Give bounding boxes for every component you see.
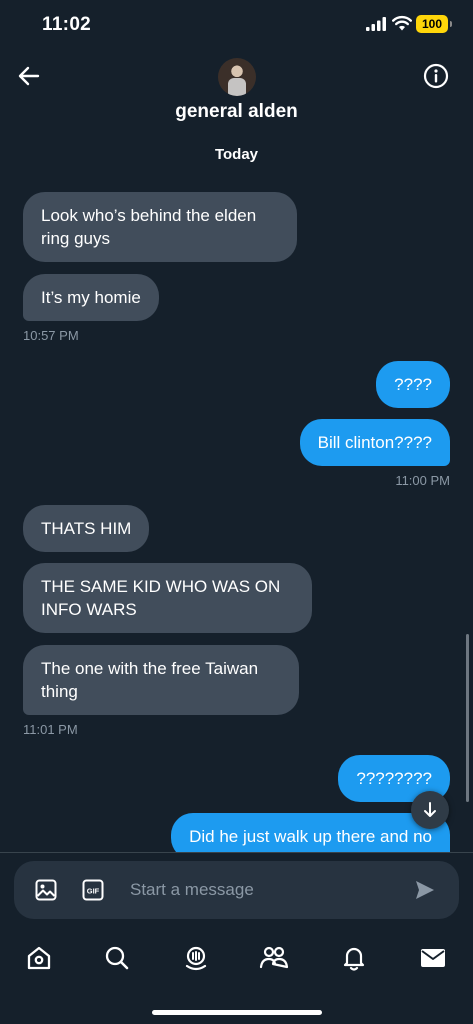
tab-notifications[interactable] <box>339 943 369 973</box>
tab-spaces[interactable] <box>181 943 211 973</box>
message-bubble-incoming[interactable]: It’s my homie <box>23 274 159 321</box>
message-bubble-incoming[interactable]: THE SAME KID WHO WAS ON INFO WARS <box>23 563 312 633</box>
scrollbar[interactable] <box>466 634 469 802</box>
search-icon <box>105 946 129 970</box>
scroll-to-bottom-button[interactable] <box>411 791 449 829</box>
divider <box>0 852 473 853</box>
info-icon <box>423 63 449 89</box>
day-separator: Today <box>214 146 259 163</box>
message-composer: GIF <box>14 861 459 919</box>
message-timestamp: 11:01 PM <box>23 722 78 737</box>
svg-text:GIF: GIF <box>87 887 100 896</box>
message-bubble-incoming[interactable]: Look who’s behind the elden ring guys <box>23 192 297 262</box>
send-icon <box>416 881 434 899</box>
arrow-down-icon <box>424 802 436 817</box>
info-button[interactable] <box>422 62 450 90</box>
message-bubble-outgoing[interactable]: Did he just walk up there and no <box>171 813 450 852</box>
envelope-icon <box>421 949 445 967</box>
avatar[interactable] <box>218 58 256 96</box>
back-button[interactable] <box>14 62 44 90</box>
send-button[interactable] <box>413 878 437 902</box>
message-bubble-incoming[interactable]: THATS HIM <box>23 505 150 552</box>
cellular-signal-icon <box>366 17 386 31</box>
add-photo-button[interactable] <box>34 878 58 902</box>
tab-home[interactable] <box>24 943 54 973</box>
spaces-icon <box>185 946 207 971</box>
image-icon <box>35 879 57 901</box>
bell-icon <box>343 947 365 971</box>
contact-name[interactable]: general alden <box>0 101 473 123</box>
message-input[interactable] <box>130 875 400 905</box>
status-time: 11:02 <box>42 14 92 35</box>
home-indicator[interactable] <box>152 1010 322 1015</box>
wifi-icon <box>392 15 412 31</box>
message-timestamp: 11:00 PM <box>395 473 450 488</box>
tab-messages[interactable] <box>418 943 448 973</box>
home-icon <box>27 946 51 970</box>
status-bar: 11:02 100 <box>0 0 473 50</box>
gif-button[interactable]: GIF <box>81 878 105 902</box>
message-timestamp: 10:57 PM <box>23 328 79 343</box>
tab-communities[interactable] <box>259 943 289 973</box>
communities-icon <box>259 946 289 969</box>
tab-search[interactable] <box>102 943 132 973</box>
gif-icon: GIF <box>82 879 104 901</box>
message-bubble-incoming[interactable]: The one with the free Taiwan thing <box>23 645 299 715</box>
message-bubble-outgoing[interactable]: ???? <box>376 361 450 408</box>
arrow-left-icon <box>18 66 40 86</box>
battery-indicator: 100 <box>416 15 452 33</box>
message-bubble-outgoing[interactable]: Bill clinton???? <box>299 419 450 466</box>
bottom-tab-bar <box>0 935 473 985</box>
